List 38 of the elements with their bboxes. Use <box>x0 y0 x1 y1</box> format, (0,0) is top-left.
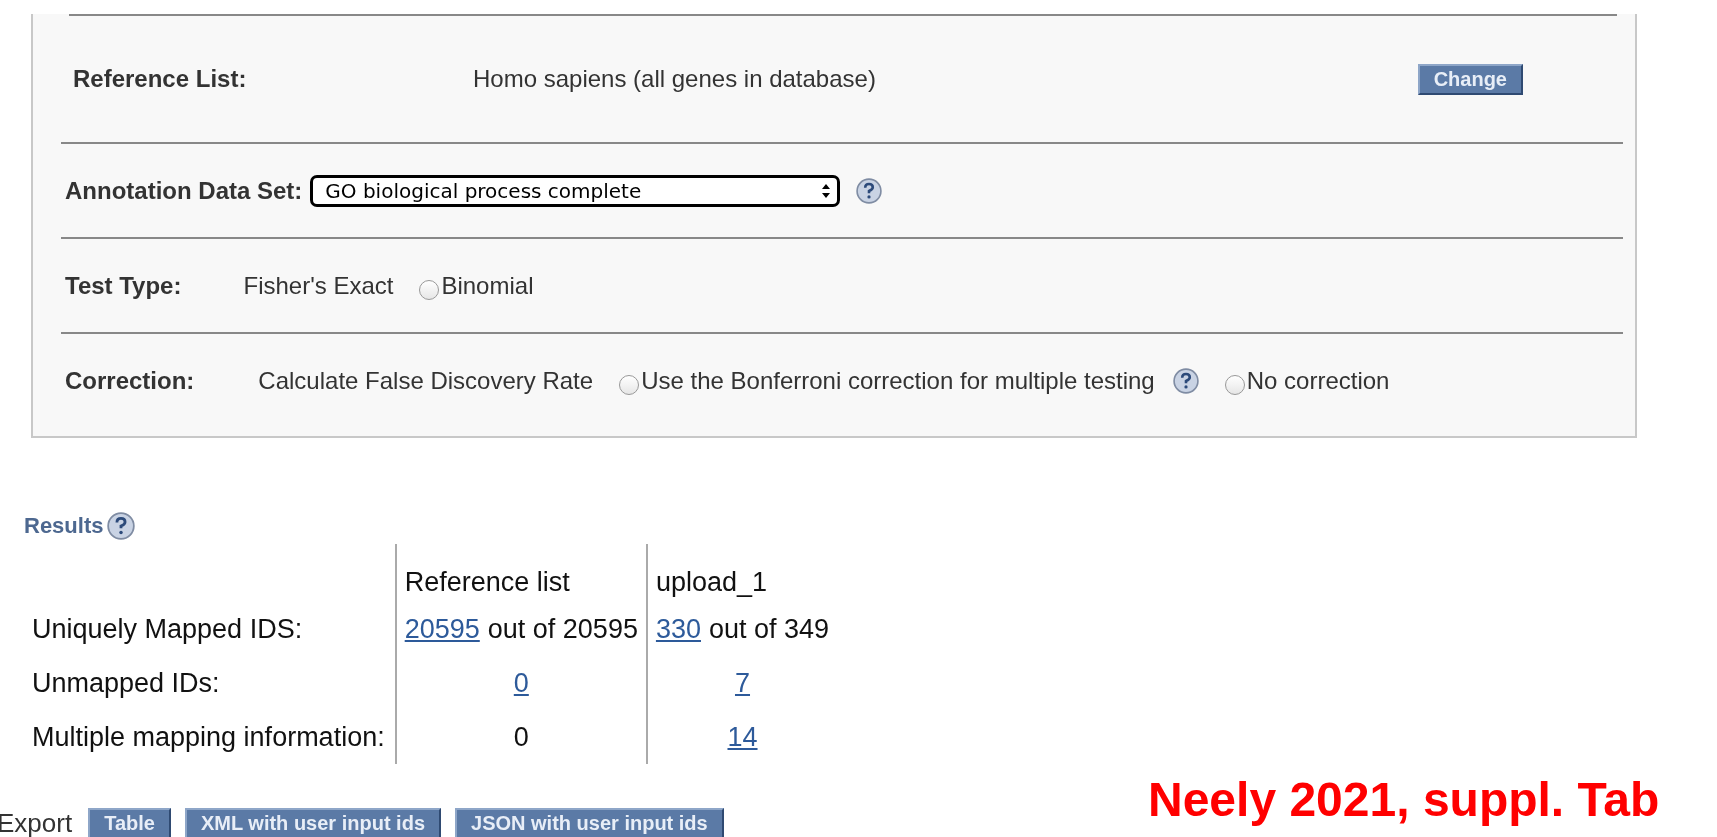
row-label: Multiple mapping information: <box>32 721 385 752</box>
column-header: upload_1 <box>655 567 768 597</box>
annotation-text: Neely 2021, suppl. Tab <box>1148 772 1660 827</box>
export-button[interactable]: JSON with user input ids <box>455 808 724 837</box>
radio-label[interactable]: Use the Bonferroni correction for multiple testing <box>641 366 1155 395</box>
column-header: Reference list <box>404 567 570 597</box>
radio-button[interactable] <box>1224 374 1245 395</box>
reference-list-value: Homo sapiens (all genes in database) <box>473 65 877 93</box>
radio-label[interactable]: Fisher's Exact <box>217 271 394 300</box>
field-label: Reference List: <box>73 65 248 93</box>
count-link[interactable]: 7 <box>735 667 750 698</box>
results-title: Results <box>24 513 104 539</box>
radio-button[interactable] <box>419 279 440 300</box>
field-label: Test Type: <box>65 271 182 300</box>
field-label: Annotation Data Set: <box>65 176 303 205</box>
table-cell: out of 20595 <box>487 613 638 644</box>
count-link[interactable]: 330 <box>655 613 701 644</box>
radio-label[interactable]: Binomial <box>441 271 534 300</box>
field-label: Correction: <box>65 366 195 395</box>
help-icon[interactable] <box>856 177 883 204</box>
radio-label[interactable]: Calculate False Discovery Rate <box>232 366 594 395</box>
dropdown-arrow-icon <box>821 182 832 199</box>
radio-label[interactable]: No correction <box>1246 366 1390 395</box>
export-button[interactable]: Table <box>88 808 171 837</box>
change-button[interactable]: Change <box>1417 63 1523 95</box>
count-link[interactable]: 20595 <box>404 613 480 644</box>
table-cell: 0 <box>513 721 529 752</box>
help-icon[interactable] <box>107 512 136 540</box>
table-cell: out of 349 <box>709 613 830 644</box>
export-label: Export <box>0 808 73 837</box>
row-label: Uniquely Mapped IDS: <box>32 613 303 644</box>
help-icon[interactable] <box>1172 367 1199 394</box>
count-link[interactable]: 14 <box>727 721 758 752</box>
radio-button[interactable] <box>619 374 640 395</box>
row-label: Unmapped IDs: <box>32 667 220 698</box>
count-link[interactable]: 0 <box>513 667 529 698</box>
annotation-select[interactable]: GO biological process complete <box>310 174 841 207</box>
export-button[interactable]: XML with user input ids <box>184 808 441 837</box>
